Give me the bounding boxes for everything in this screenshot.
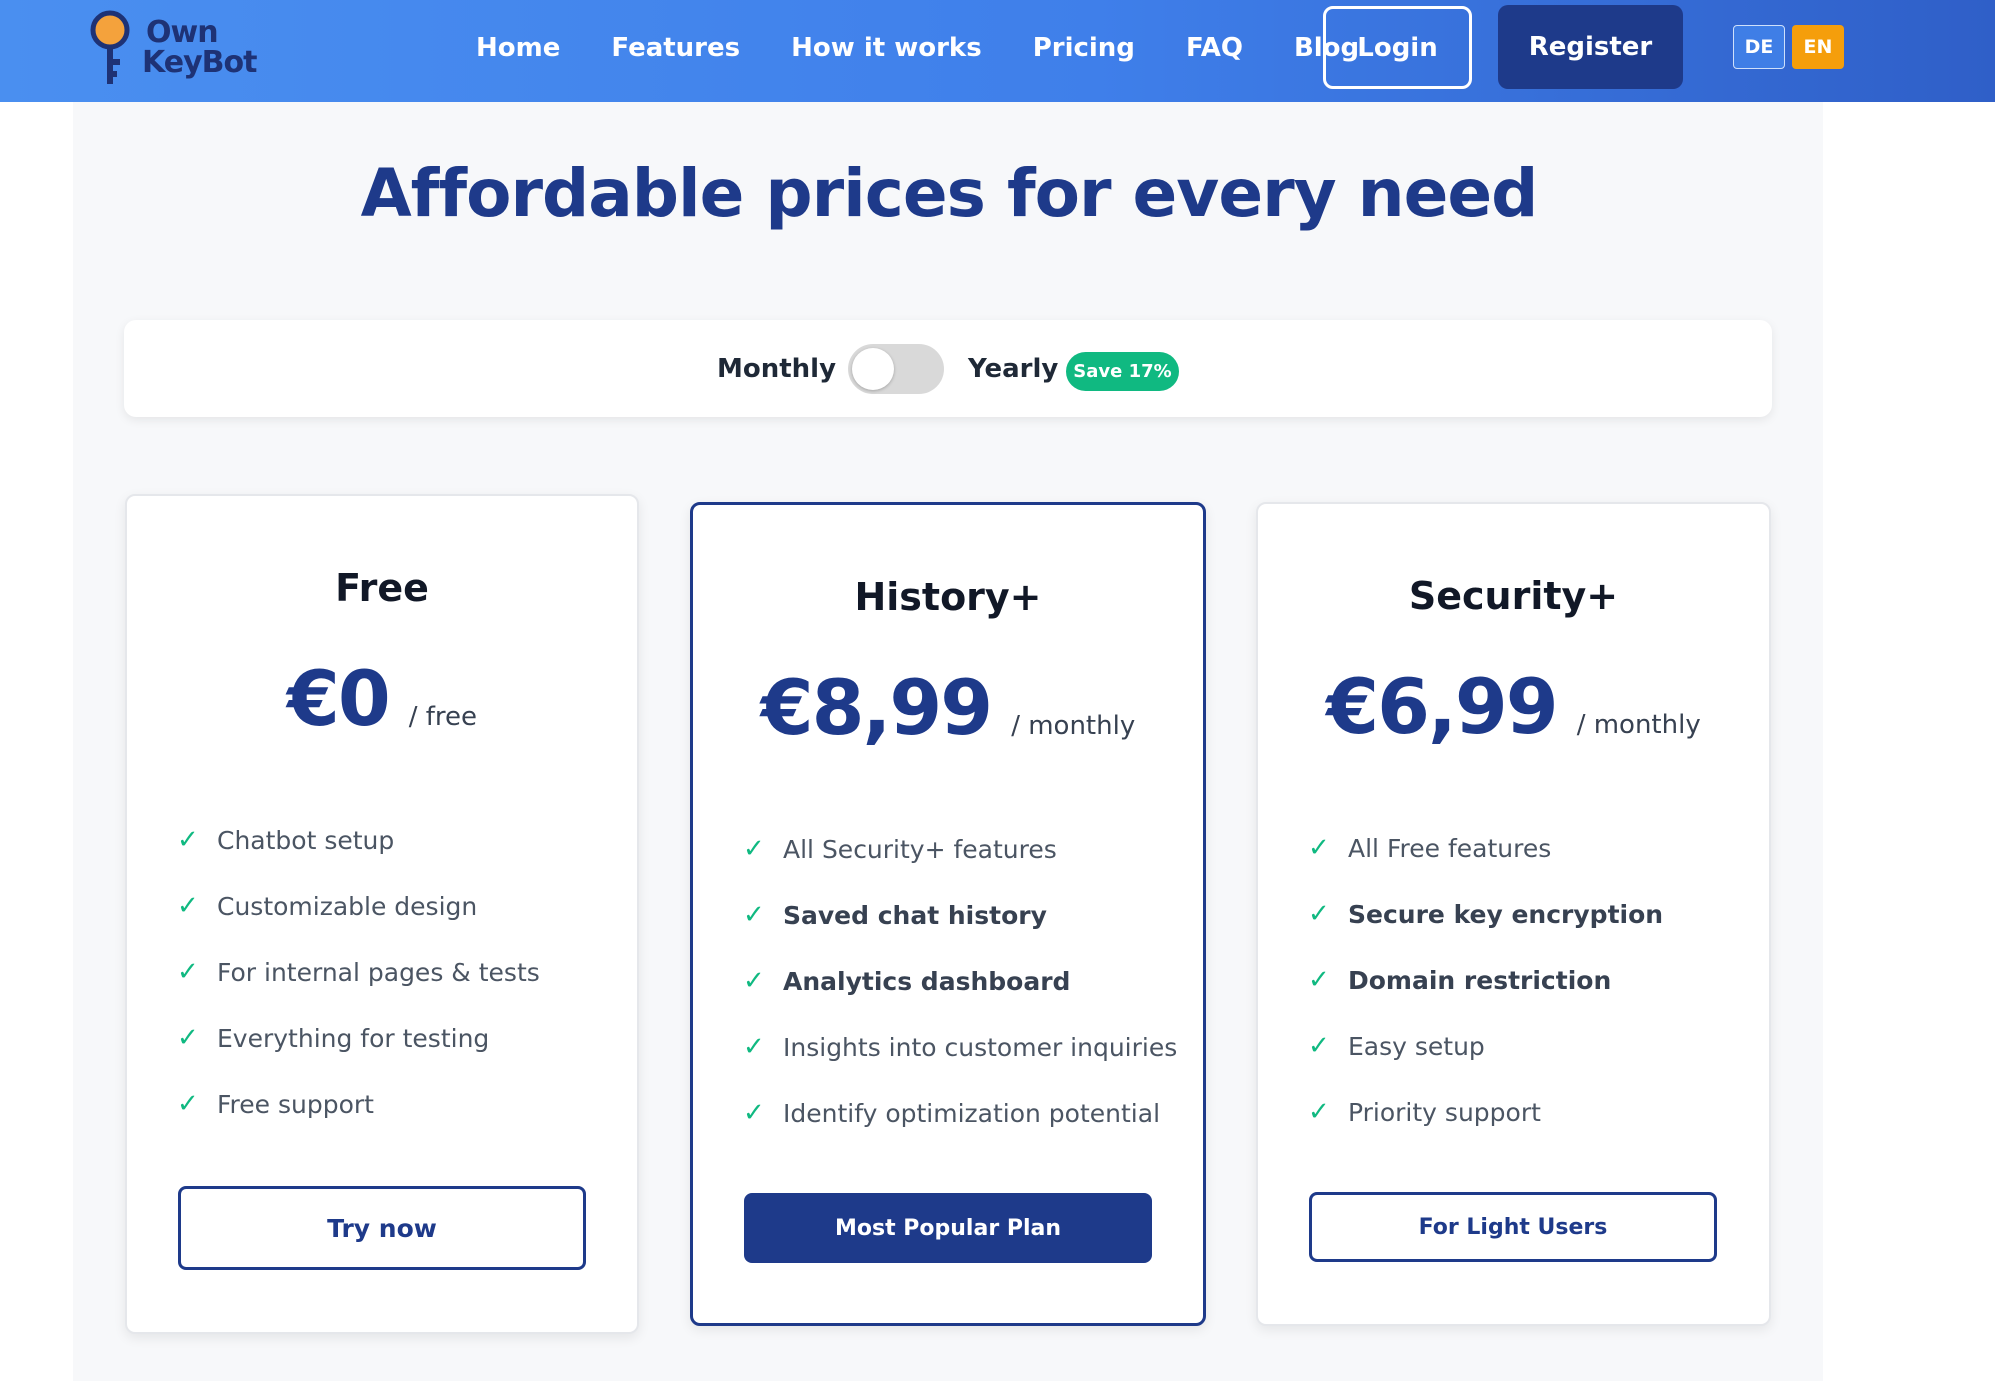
billing-monthly-label: Monthly (717, 354, 837, 384)
feature-text: Secure key encryption (1348, 899, 1664, 929)
plan-price: €0 (286, 654, 391, 743)
feature-item: ✓ Analytics dashboard (743, 948, 1177, 1014)
feature-text: Easy setup (1348, 1031, 1485, 1061)
feature-item: ✓ Free support (177, 1071, 540, 1137)
check-icon: ✓ (177, 825, 199, 855)
plan-period: / monthly (1576, 710, 1701, 740)
plan-price: €8,99 (760, 663, 993, 752)
feature-text: All Security+ features (783, 834, 1057, 864)
register-button[interactable]: Register (1498, 5, 1683, 89)
feature-item: ✓ Insights into customer inquiries (743, 1014, 1177, 1080)
check-icon: ✓ (1308, 1031, 1330, 1061)
feature-text: Priority support (1348, 1097, 1541, 1127)
main-nav: Home Features How it works Pricing FAQ B… (476, 0, 1359, 96)
nav-pricing[interactable]: Pricing (1033, 33, 1135, 63)
nav-home[interactable]: Home (476, 33, 560, 63)
feature-item: ✓ Priority support (1308, 1079, 1663, 1145)
check-icon: ✓ (177, 957, 199, 987)
logo-line-1: Own (146, 15, 219, 50)
site-header: Own KeyBot Home Features How it works Pr… (0, 0, 1995, 102)
feature-text: Everything for testing (217, 1023, 490, 1053)
key-logo-icon (88, 9, 136, 87)
feature-list: ✓ Chatbot setup ✓ Customizable design ✓ For… (177, 807, 540, 1137)
feature-item: ✓ Customizable design (177, 873, 540, 939)
check-icon: ✓ (1308, 965, 1330, 995)
check-icon: ✓ (1308, 833, 1330, 863)
logo-line-2: KeyBot (142, 45, 257, 80)
plan-period: / free (408, 702, 478, 732)
feature-text: Customizable design (217, 891, 478, 921)
billing-toggle-panel (124, 320, 1772, 417)
feature-text: For internal pages & tests (217, 957, 540, 987)
login-button[interactable]: Login (1323, 6, 1472, 89)
logo-wordmark: Own KeyBot (142, 15, 257, 80)
feature-list: ✓ All Free features ✓ Secure key encryptio… (1308, 815, 1663, 1145)
toggle-knob (852, 348, 894, 390)
check-icon: ✓ (177, 891, 199, 921)
feature-item: ✓ Everything for testing (177, 1005, 540, 1071)
price-row: €6,99 / monthly (1258, 662, 1769, 751)
for-light-users-button[interactable]: For Light Users (1309, 1192, 1717, 1262)
check-icon: ✓ (1308, 899, 1330, 929)
feature-item: ✓ Saved chat history (743, 882, 1177, 948)
most-popular-plan-button[interactable]: Most Popular Plan (744, 1193, 1152, 1263)
feature-item: ✓ For internal pages & tests (177, 939, 540, 1005)
nav-how-it-works[interactable]: How it works (791, 33, 982, 63)
check-icon: ✓ (177, 1089, 199, 1119)
plan-card-security-plus: Security+ €6,99 / monthly ✓ All Free feat… (1256, 502, 1771, 1326)
feature-item: ✓ Easy setup (1308, 1013, 1663, 1079)
nav-features[interactable]: Features (611, 33, 740, 63)
feature-text: Insights into customer inquiries (783, 1032, 1178, 1062)
feature-item: ✓ Secure key encryption (1308, 881, 1663, 947)
check-icon: ✓ (743, 966, 765, 996)
ownkeybot-logo[interactable]: Own KeyBot (88, 8, 257, 88)
check-icon: ✓ (743, 900, 765, 930)
plan-name: Security+ (1408, 574, 1619, 618)
nav-faq[interactable]: FAQ (1186, 33, 1243, 63)
feature-text: Saved chat history (783, 900, 1047, 930)
feature-item: ✓ Identify optimization potential (743, 1080, 1177, 1146)
save-badge: Save 17% (1066, 352, 1179, 391)
feature-item: ✓ Domain restriction (1308, 947, 1663, 1013)
plan-period: / monthly (1011, 711, 1136, 741)
plan-name: History+ (854, 575, 1042, 619)
feature-text: Analytics dashboard (783, 966, 1071, 996)
check-icon: ✓ (1308, 1097, 1330, 1127)
language-de-button[interactable]: DE (1733, 25, 1785, 69)
plan-card-history-plus: History+ €8,99 / monthly ✓ All Security+ … (690, 502, 1206, 1326)
page-title: Affordable prices for every need (360, 155, 1539, 232)
check-icon: ✓ (177, 1023, 199, 1053)
check-icon: ✓ (743, 1098, 765, 1128)
feature-text: All Free features (1348, 833, 1552, 863)
feature-item: ✓ All Security+ features (743, 816, 1177, 882)
billing-yearly-label: Yearly (968, 354, 1059, 384)
feature-text: Free support (217, 1089, 374, 1119)
feature-list: ✓ All Security+ features ✓ Saved chat hist… (743, 816, 1177, 1146)
check-icon: ✓ (743, 834, 765, 864)
try-now-button[interactable]: Try now (178, 1186, 586, 1270)
feature-text: Domain restriction (1348, 965, 1612, 995)
plan-card-free: Free €0 / free ✓ Chatbot setup ✓ Customiza… (125, 494, 639, 1334)
plan-name: Free (335, 566, 429, 610)
price-row: €8,99 / monthly (693, 663, 1203, 752)
feature-text: Chatbot setup (217, 825, 395, 855)
language-en-button[interactable]: EN (1792, 25, 1844, 69)
feature-item: ✓ All Free features (1308, 815, 1663, 881)
price-row: €0 / free (127, 654, 637, 743)
billing-period-toggle[interactable] (848, 344, 944, 394)
check-icon: ✓ (743, 1032, 765, 1062)
feature-text: Identify optimization potential (783, 1098, 1161, 1128)
feature-item: ✓ Chatbot setup (177, 807, 540, 873)
plan-price: €6,99 (1326, 662, 1558, 751)
